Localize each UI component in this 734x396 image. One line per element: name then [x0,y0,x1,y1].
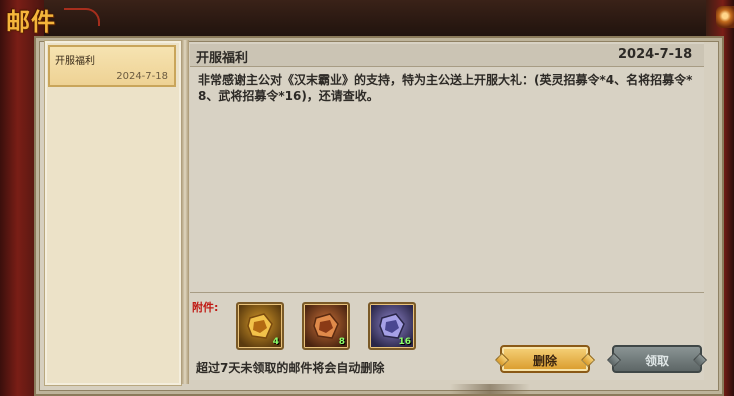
bronze-recruit-token-icon[interactable]: 8 [302,302,350,350]
mail-list-item-title: 开服福利 [55,56,95,67]
mail-body: 非常感谢主公对《汉末霸业》的支持，特为主公送上开服大礼：(英灵招募令*4、名将招… [198,73,693,103]
attachments-divider [190,292,704,293]
claim-button[interactable]: 领取 [606,345,708,373]
claim-button-label: 领取 [644,354,669,368]
bottom-ornament [450,384,530,394]
mail-date: 2024-7-18 [618,47,693,62]
close-icon[interactable] [716,6,734,28]
mail-list-item-date: 2024-7-18 [116,71,168,82]
attachment-count: 16 [398,337,411,347]
title-flourish [64,8,100,26]
delete-button-label: 删除 [532,354,557,368]
mail-title: 开服福利 [196,51,249,66]
delete-button[interactable]: 删除 [494,345,596,373]
auto-delete-notice: 超过7天未领取的邮件将会自动删除 [196,361,385,375]
attachment-count: 8 [338,337,345,347]
attachments-label: 附件: [192,301,219,314]
window-title: 邮件 [6,7,56,36]
gold-recruit-token-icon[interactable]: 4 [236,302,284,350]
divider [181,40,189,384]
mail-list-item[interactable]: 开服福利 2024-7-18 [48,45,176,87]
attachment-count: 4 [272,337,279,347]
top-bar [0,0,734,38]
mail-list[interactable] [44,40,182,386]
violet-recruit-token-icon[interactable]: 16 [368,302,416,350]
